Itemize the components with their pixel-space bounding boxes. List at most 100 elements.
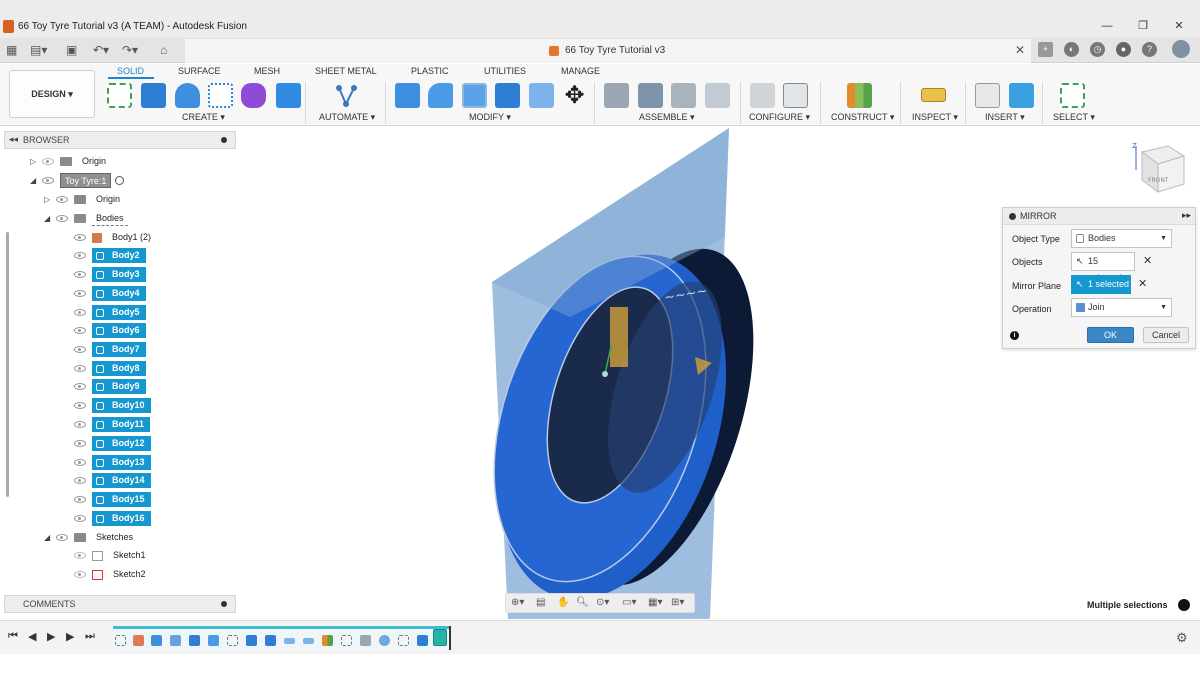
text-commands-icon[interactable] [1178,599,1190,611]
new-tab-plus-icon[interactable]: + [1038,42,1053,57]
document-tab[interactable]: 66 Toy Tyre Tutorial v3 ✕ [185,39,1031,63]
select-icon[interactable] [1060,83,1085,108]
browser-scrollbar[interactable] [6,232,9,497]
file-menu-icon[interactable]: ▤▾ [30,42,47,58]
insert-group-label[interactable]: INSERT ▾ [985,112,1025,123]
tree-item-sketches[interactable]: ◢ Sketches [44,529,137,546]
visibility-eye-icon[interactable] [74,552,86,560]
visibility-eye-icon[interactable] [74,571,86,579]
pin-icon[interactable] [221,137,227,143]
close-document-icon[interactable]: ✕ [1015,43,1025,57]
timeline-track[interactable] [113,626,451,650]
pan-icon[interactable]: ✋ [557,597,569,608]
new-component-icon[interactable] [604,83,629,108]
visibility-eye-icon[interactable] [56,534,68,542]
tree-item-body[interactable]: Body14 [74,472,151,489]
inspect-group-label[interactable]: INSPECT ▾ [912,112,958,123]
visibility-eye-icon[interactable] [74,515,86,523]
mirror-plane-selection-field[interactable]: ↖ 1 selected [1071,275,1131,294]
tree-item-sketch[interactable]: Sketch1 [74,547,150,564]
tree-item-bodies[interactable]: ◢ Bodies [44,210,128,227]
tree-item-body[interactable]: Body2 [74,247,146,264]
tree-item-body[interactable]: Body12 [74,435,151,452]
collapse-arrow-icon[interactable]: ◢ [44,210,56,227]
expand-arrow-icon[interactable]: ▷ [30,153,42,170]
3d-viewport[interactable]: ~~~~ [240,127,1200,619]
collapse-panel-icon[interactable]: ◂◂ [9,134,18,145]
timeline-sketch-icon[interactable] [341,635,352,646]
construct-group-label[interactable]: CONSTRUCT ▾ [831,112,894,123]
visibility-eye-icon[interactable] [74,383,86,391]
timeline-sketch-icon[interactable] [227,635,238,646]
object-type-select[interactable]: Bodies ▼ [1071,229,1172,248]
job-status-icon[interactable]: ◷ [1090,42,1105,57]
zoom-icon[interactable]: 🔍︎ [576,597,589,608]
tab-mesh[interactable]: MESH [254,66,280,76]
timeline-plane-icon[interactable] [322,635,333,646]
tree-item-body[interactable]: Body3 [74,266,146,283]
tree-item-body[interactable]: Body5 [74,304,146,321]
help-icon[interactable]: ? [1142,42,1157,57]
offset-plane-icon[interactable] [847,83,872,108]
visibility-eye-icon[interactable] [74,290,86,298]
save-icon[interactable]: ▣ [66,42,77,58]
tab-solid[interactable]: SOLID [117,66,144,76]
box-icon[interactable] [276,83,301,108]
modify-group-label[interactable]: MODIFY ▾ [469,112,511,123]
create-sketch-icon[interactable] [107,83,132,108]
timeline-marker[interactable] [449,626,451,650]
step-back-icon[interactable]: ◀ [28,630,36,643]
expand-dialog-icon[interactable]: ▸▸ [1182,210,1191,221]
timeline-feature-icon[interactable] [284,638,295,644]
visibility-eye-icon[interactable] [74,496,86,504]
viewports-icon[interactable]: ⊞▾ [671,597,684,608]
visibility-eye-icon[interactable] [74,402,86,410]
tree-item-body[interactable]: Body8 [74,360,146,377]
create-group-label[interactable]: CREATE ▾ [182,112,225,123]
ok-button[interactable]: OK [1087,327,1134,343]
measure-icon[interactable] [921,88,946,102]
tree-item-body[interactable]: Body10 [74,397,151,414]
as-built-joint-icon[interactable] [671,83,696,108]
pin-icon[interactable] [221,601,227,607]
timeline-extrude-icon[interactable] [189,635,200,646]
timeline-feature-icon[interactable] [170,635,181,646]
tree-item-component[interactable]: ◢ Toy Tyre:1 [30,172,125,189]
tree-item-origin[interactable]: ▷ Origin [30,153,110,170]
sweep-icon[interactable] [208,83,233,108]
close-window-button[interactable]: ✕ [1172,19,1186,33]
clear-mirror-plane-icon[interactable]: ✕ [1138,277,1147,290]
collapse-arrow-icon[interactable]: ◢ [30,172,42,189]
visibility-eye-icon[interactable] [42,177,54,185]
origin-point[interactable] [602,371,608,377]
fit-icon[interactable]: ⊙▾ [596,597,609,608]
timeline-feature-icon[interactable] [360,635,371,646]
objects-selection-field[interactable]: ↖ 15 selected [1071,252,1135,283]
visibility-eye-icon[interactable] [74,309,86,317]
tab-sheet-metal[interactable]: SHEET METAL [315,66,377,76]
redo-icon[interactable]: ↷▾ [122,42,138,58]
info-icon[interactable]: i [1010,331,1019,340]
visibility-eye-icon[interactable] [74,459,86,467]
fillet-icon[interactable] [428,83,453,108]
visibility-eye-icon[interactable] [56,215,68,223]
timeline-feature-icon[interactable] [133,635,144,646]
activate-component-radio[interactable] [115,176,125,186]
visibility-eye-icon[interactable] [74,477,86,485]
tree-item-body[interactable]: Body16 [74,510,151,527]
joint-origin-icon[interactable] [705,83,730,108]
tree-item-body[interactable]: Body13 [74,454,151,471]
timeline-extrude-icon[interactable] [265,635,276,646]
configuration-table-icon[interactable] [783,83,808,108]
tab-plastic[interactable]: PLASTIC [411,66,449,76]
tree-item-body[interactable]: Body9 [74,378,146,395]
offset-face-icon[interactable] [529,83,554,108]
step-forward-icon[interactable]: ▶ [66,630,74,643]
tab-surface[interactable]: SURFACE [178,66,221,76]
insert-derive-icon[interactable] [975,83,1000,108]
visibility-eye-icon[interactable] [74,271,86,279]
configure-group-label[interactable]: CONFIGURE ▾ [749,112,810,123]
combine-icon[interactable] [495,83,520,108]
press-pull-icon[interactable] [395,83,420,108]
insert-canvas-image-icon[interactable] [1009,83,1034,108]
